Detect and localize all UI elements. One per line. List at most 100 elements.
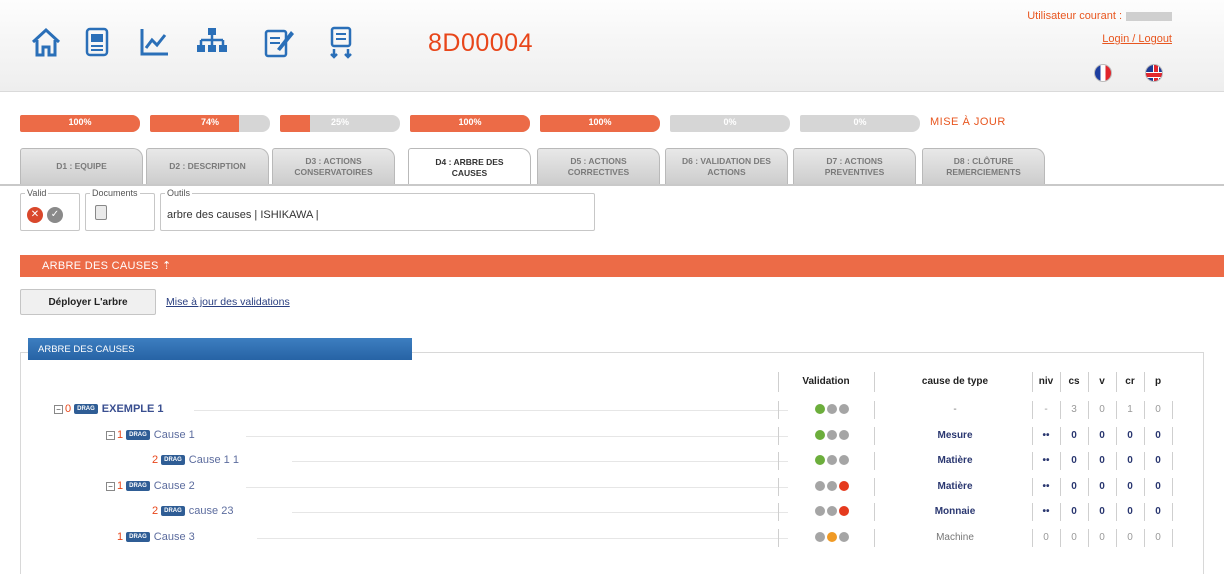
- column-separator: [1116, 503, 1117, 521]
- tab-label-line: REMERCIEMENTS: [946, 166, 1021, 177]
- node-level: 1: [117, 480, 124, 492]
- cell-cr[interactable]: 0: [1116, 455, 1144, 466]
- deploy-tree-button[interactable]: Déployer L'arbre: [20, 289, 156, 315]
- report-icon[interactable]: [79, 24, 115, 60]
- tab-d8[interactable]: D8 : CLÔTURE REMERCIEMENTS: [922, 148, 1045, 184]
- reject-icon[interactable]: ✕: [27, 207, 43, 223]
- cell-cs[interactable]: 0: [1060, 481, 1088, 492]
- cell-p[interactable]: 0: [1144, 506, 1172, 517]
- validation-status[interactable]: [815, 430, 849, 440]
- tab-d4[interactable]: D4 : ARBRE DES CAUSES: [408, 148, 531, 186]
- collapse-toggle-icon[interactable]: −: [106, 481, 115, 491]
- collapse-toggle-icon[interactable]: −: [106, 430, 115, 440]
- drag-handle-icon[interactable]: DRAG: [126, 481, 150, 491]
- section-header[interactable]: ARBRE DES CAUSES ⇡: [20, 255, 1224, 277]
- cause-type[interactable]: Monnaie: [890, 506, 1020, 517]
- cause-type[interactable]: Matière: [890, 455, 1020, 466]
- tree-row: 2 DRAG Cause 1 1 Matière •• 0 0 0 0: [0, 452, 1224, 470]
- validation-status[interactable]: [815, 455, 849, 465]
- status-dot: [839, 481, 849, 491]
- tab-label: D2 : DESCRIPTION: [169, 161, 246, 172]
- tab-d6[interactable]: D6 : VALIDATION DES ACTIONS: [665, 148, 788, 184]
- cell-cr[interactable]: 1: [1116, 404, 1144, 415]
- drag-handle-icon[interactable]: DRAG: [74, 404, 98, 414]
- cause-type[interactable]: -: [890, 404, 1020, 415]
- drag-handle-icon[interactable]: DRAG: [126, 532, 150, 542]
- node-label[interactable]: Cause 2: [154, 480, 195, 492]
- validation-status[interactable]: [815, 506, 849, 516]
- cell-cs[interactable]: 3: [1060, 404, 1088, 415]
- column-separator: [1088, 427, 1089, 445]
- cell-v[interactable]: 0: [1088, 532, 1116, 543]
- french-flag-icon[interactable]: [1094, 64, 1112, 82]
- validation-status[interactable]: [815, 404, 849, 414]
- column-separator: [1116, 478, 1117, 496]
- check-icon[interactable]: ✓: [47, 207, 63, 223]
- cell-cr[interactable]: 0: [1116, 532, 1144, 543]
- outils-links[interactable]: arbre des causes | ISHIKAWA |: [167, 209, 319, 221]
- node-label[interactable]: Cause 3: [154, 531, 195, 543]
- cell-niv[interactable]: ••: [1032, 506, 1060, 517]
- home-icon[interactable]: [28, 24, 64, 60]
- cell-v[interactable]: 0: [1088, 430, 1116, 441]
- column-separator: [1032, 452, 1033, 470]
- cell-v[interactable]: 0: [1088, 506, 1116, 517]
- cell-p[interactable]: 0: [1144, 404, 1172, 415]
- document-icon[interactable]: [95, 205, 107, 220]
- column-separator: [874, 529, 875, 547]
- collapse-toggle-icon[interactable]: −: [54, 404, 63, 414]
- cell-cr[interactable]: 0: [1116, 481, 1144, 492]
- cell-cr[interactable]: 0: [1116, 506, 1144, 517]
- tab-d1[interactable]: D1 : EQUIPE: [20, 148, 143, 184]
- english-flag-icon[interactable]: [1145, 64, 1163, 82]
- column-separator: [1144, 529, 1145, 547]
- chart-icon[interactable]: [136, 24, 172, 60]
- row-guide-line: [292, 461, 788, 462]
- tab-label: D8 : CLÔTURE REMERCIEMENTS: [946, 156, 1021, 178]
- drag-handle-icon[interactable]: DRAG: [161, 506, 185, 516]
- cause-type[interactable]: Mesure: [890, 430, 1020, 441]
- cell-v[interactable]: 0: [1088, 404, 1116, 415]
- node-label[interactable]: Cause 1: [154, 429, 195, 441]
- cell-niv[interactable]: ••: [1032, 455, 1060, 466]
- export-icon[interactable]: [323, 24, 359, 60]
- login-logout-link[interactable]: Login / Logout: [1102, 33, 1172, 45]
- cell-cs[interactable]: 0: [1060, 455, 1088, 466]
- update-link[interactable]: MISE À JOUR: [930, 116, 1006, 128]
- validation-status[interactable]: [815, 532, 849, 542]
- cell-niv[interactable]: -: [1032, 404, 1060, 415]
- validation-status[interactable]: [815, 481, 849, 491]
- cell-p[interactable]: 0: [1144, 430, 1172, 441]
- tab-d3[interactable]: D3 : ACTIONS CONSERVATOIRES: [272, 148, 395, 184]
- column-separator: [1144, 427, 1145, 445]
- cell-p[interactable]: 0: [1144, 532, 1172, 543]
- cell-niv[interactable]: ••: [1032, 430, 1060, 441]
- column-separator: [1116, 529, 1117, 547]
- drag-handle-icon[interactable]: DRAG: [126, 430, 150, 440]
- cell-cs[interactable]: 0: [1060, 430, 1088, 441]
- tab-d5[interactable]: D5 : ACTIONS CORRECTIVES: [537, 148, 660, 184]
- row-guide-line: [246, 487, 788, 488]
- cell-niv[interactable]: ••: [1032, 481, 1060, 492]
- edit-icon[interactable]: [261, 24, 297, 60]
- cell-p[interactable]: 0: [1144, 481, 1172, 492]
- cell-cr[interactable]: 0: [1116, 430, 1144, 441]
- column-separator: [778, 372, 779, 392]
- update-validations-link[interactable]: Mise à jour des validations: [166, 296, 290, 308]
- drag-handle-icon[interactable]: DRAG: [161, 455, 185, 465]
- cell-niv[interactable]: 0: [1032, 532, 1060, 543]
- cell-v[interactable]: 0: [1088, 455, 1116, 466]
- org-chart-icon[interactable]: [194, 24, 230, 60]
- cause-type[interactable]: Matière: [890, 481, 1020, 492]
- cell-v[interactable]: 0: [1088, 481, 1116, 492]
- cell-p[interactable]: 0: [1144, 455, 1172, 466]
- cell-cs[interactable]: 0: [1060, 532, 1088, 543]
- cell-cs[interactable]: 0: [1060, 506, 1088, 517]
- node-label[interactable]: EXEMPLE 1: [102, 403, 164, 415]
- node-label[interactable]: Cause 1 1: [189, 454, 239, 466]
- node-label[interactable]: cause 23: [189, 505, 234, 517]
- tab-d7[interactable]: D7 : ACTIONS PREVENTIVES: [793, 148, 916, 184]
- cause-type[interactable]: Machine: [890, 532, 1020, 543]
- tab-d2[interactable]: D2 : DESCRIPTION: [146, 148, 269, 184]
- tab-label: D5 : ACTIONS CORRECTIVES: [568, 156, 629, 178]
